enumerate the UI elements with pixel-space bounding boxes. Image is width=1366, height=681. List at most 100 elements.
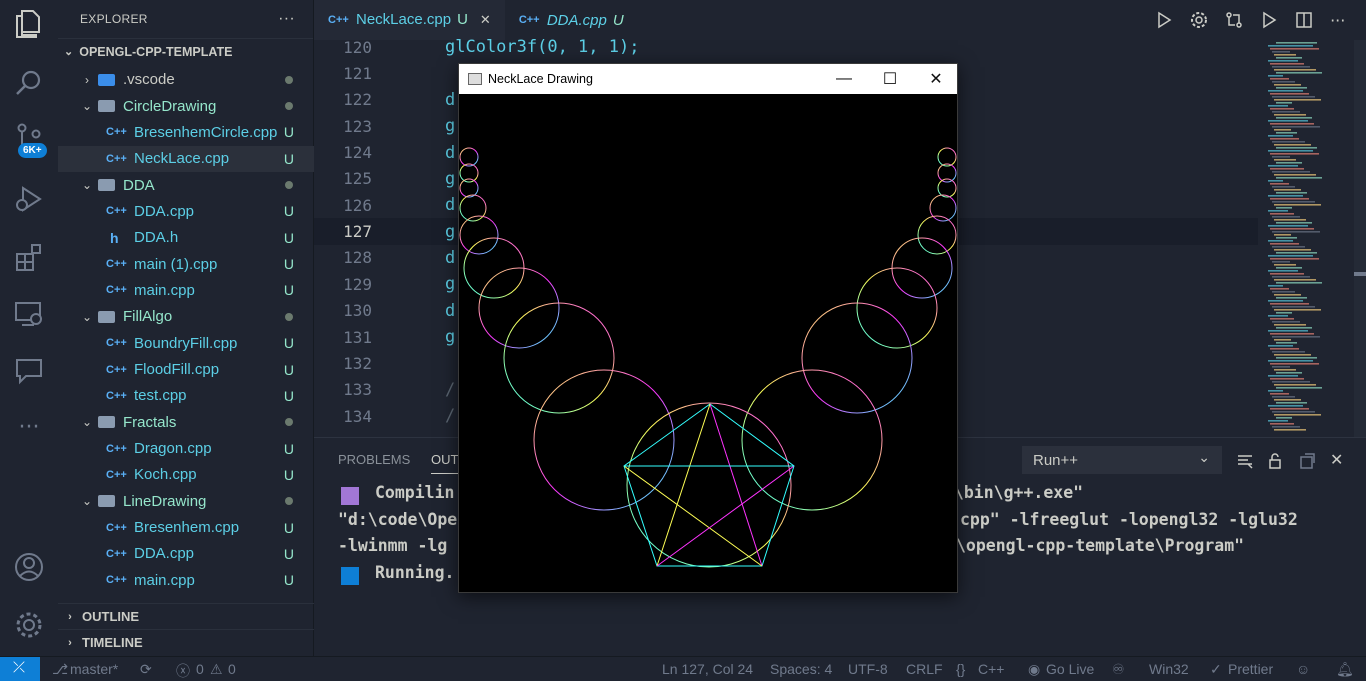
tree-item[interactable]: ⌄ CircleDrawing bbox=[58, 93, 314, 119]
outline-section[interactable]: › OUTLINE bbox=[58, 603, 314, 629]
extensions-icon[interactable] bbox=[13, 241, 45, 273]
cpp-file-icon: C++ bbox=[106, 363, 127, 376]
untracked-status: U bbox=[283, 545, 294, 562]
tree-item[interactable]: ⌄ DDA bbox=[58, 172, 314, 198]
tab-close-icon[interactable]: ✕ bbox=[480, 12, 491, 28]
cpp-file-icon: C++ bbox=[106, 547, 127, 560]
opengl-titlebar[interactable]: NeckLace Drawing — ☐ ✕ bbox=[459, 64, 957, 94]
split-editor-icon[interactable] bbox=[1295, 11, 1313, 29]
tree-item[interactable]: C++ NeckLace.cpp U bbox=[58, 145, 314, 172]
opengl-window[interactable]: NeckLace Drawing — ☐ ✕ bbox=[458, 63, 958, 593]
file-name: BoundryFill.cpp bbox=[134, 334, 238, 352]
tree-item[interactable]: › .vscode bbox=[58, 67, 314, 93]
modified-dot bbox=[285, 418, 293, 427]
file-name: DDA.cpp bbox=[134, 545, 195, 563]
tree-item[interactable]: C++ main (1).cpp U bbox=[58, 251, 314, 277]
settings-gear-icon[interactable] bbox=[1190, 11, 1208, 29]
cpp-file-icon: C++ bbox=[106, 284, 127, 297]
indentation[interactable]: Spaces: 4 bbox=[770, 661, 832, 677]
minimize-button[interactable]: — bbox=[821, 64, 867, 94]
untracked-status: U bbox=[283, 282, 294, 299]
feedback-icon[interactable]: ☺ bbox=[1296, 661, 1310, 677]
tab-problems[interactable]: PROBLEMS bbox=[338, 452, 410, 467]
code-text: glColor3f(0, 1, 1); bbox=[445, 37, 640, 58]
error-count[interactable]: 0 bbox=[196, 661, 204, 677]
output-line: -lwinmm -lg bbox=[338, 536, 448, 555]
tree-item[interactable]: h DDA.h U bbox=[58, 225, 314, 251]
file-name: main.cpp bbox=[134, 281, 195, 299]
line-number: 121 bbox=[343, 64, 372, 84]
copilot-icon[interactable]: ♾ bbox=[1112, 661, 1125, 678]
running-marker-icon bbox=[341, 566, 359, 585]
project-folder[interactable]: ⌄ OPENGL-CPP-TEMPLATE bbox=[58, 38, 313, 64]
sync-icon[interactable]: ⟳ bbox=[140, 661, 152, 678]
tree-item[interactable]: C++ Koch.cpp U bbox=[58, 462, 314, 488]
tree-item[interactable]: ⌄ LineDrawing bbox=[58, 488, 314, 514]
output-line: Running. bbox=[375, 562, 455, 582]
output-channel-select[interactable]: Run++ ⌄ bbox=[1022, 446, 1222, 474]
tab-output[interactable]: OUT bbox=[431, 452, 459, 474]
maximize-button[interactable]: ☐ bbox=[867, 64, 913, 94]
explorer-more-button[interactable]: ··· bbox=[278, 10, 295, 28]
notifications-icon[interactable]: 🔔︎ bbox=[1336, 661, 1354, 678]
untracked-status: U bbox=[283, 203, 294, 220]
open-editor-icon[interactable] bbox=[1298, 452, 1316, 470]
explorer-icon[interactable] bbox=[13, 8, 45, 40]
language-mode[interactable]: C++ bbox=[978, 661, 1004, 677]
line-number: 123 bbox=[343, 116, 372, 136]
run-debug-icon[interactable] bbox=[13, 183, 45, 215]
folder-icon bbox=[98, 495, 115, 508]
more-icon[interactable]: ··· bbox=[13, 412, 45, 444]
remote-indicator[interactable]: ⤫ bbox=[0, 657, 40, 681]
run-icon[interactable] bbox=[1155, 11, 1173, 29]
folder-name: FillAlgo bbox=[123, 308, 173, 326]
file-name: main (1).cpp bbox=[134, 255, 218, 273]
line-endings[interactable]: CRLF bbox=[906, 661, 943, 677]
settings-icon[interactable] bbox=[13, 609, 45, 641]
tree-item[interactable]: C++ Bresenhem.cpp U bbox=[58, 514, 314, 540]
line-number: 120 bbox=[343, 37, 372, 57]
cpp-file-icon: C++ bbox=[106, 258, 127, 271]
braces-icon: {} bbox=[956, 661, 966, 677]
tree-item[interactable]: C++ FloodFill.cpp U bbox=[58, 356, 314, 382]
prettier-button[interactable]: Prettier bbox=[1228, 661, 1273, 677]
lock-icon[interactable] bbox=[1266, 452, 1284, 470]
account-icon[interactable] bbox=[13, 551, 45, 583]
timeline-section[interactable]: › TIMELINE bbox=[58, 629, 314, 655]
tree-item[interactable]: C++ main.cpp U bbox=[58, 277, 314, 303]
code-line[interactable]: 120 glColor3f(0, 1, 1); bbox=[314, 34, 1258, 60]
warning-count[interactable]: 0 bbox=[228, 661, 236, 677]
untracked-status: U bbox=[283, 466, 294, 483]
go-live-button[interactable]: Go Live bbox=[1046, 661, 1094, 677]
tree-item[interactable]: C++ test.cpp U bbox=[58, 383, 314, 409]
close-panel-icon[interactable]: ✕ bbox=[1330, 450, 1343, 469]
outline-label: OUTLINE bbox=[82, 609, 140, 624]
folder-icon bbox=[98, 416, 115, 429]
search-icon[interactable] bbox=[13, 67, 45, 99]
cursor-position[interactable]: Ln 127, Col 24 bbox=[662, 661, 753, 677]
tree-item[interactable]: C++ Dragon.cpp U bbox=[58, 435, 314, 461]
minimap[interactable] bbox=[1258, 40, 1366, 437]
branch-name[interactable]: master* bbox=[70, 661, 118, 677]
tree-item[interactable]: ⌄ Fractals bbox=[58, 409, 314, 435]
tree-item[interactable]: C++ main.cpp U bbox=[58, 567, 314, 593]
platform[interactable]: Win32 bbox=[1149, 661, 1189, 677]
tree-item[interactable]: C++ DDA.cpp U bbox=[58, 198, 314, 224]
compare-changes-icon[interactable] bbox=[1225, 11, 1243, 29]
tree-item[interactable]: C++ BresenhemCircle.cpp U bbox=[58, 119, 314, 145]
tree-item[interactable]: ⌄ FillAlgo bbox=[58, 304, 314, 330]
comments-icon[interactable] bbox=[13, 355, 45, 387]
tab-label: DDA.cpp bbox=[546, 11, 607, 29]
close-window-button[interactable]: ✕ bbox=[913, 64, 959, 94]
editor-more-icon[interactable]: ··· bbox=[1330, 11, 1345, 30]
encoding[interactable]: UTF-8 bbox=[848, 661, 888, 677]
tree-item[interactable]: C++ BoundryFill.cpp U bbox=[58, 330, 314, 356]
filter-lines-icon[interactable] bbox=[1236, 452, 1254, 470]
run-code-icon[interactable] bbox=[1260, 11, 1278, 29]
line-number: 126 bbox=[343, 195, 372, 215]
chevron-down-icon: ⌄ bbox=[81, 309, 93, 324]
necklace-canvas bbox=[459, 147, 957, 568]
remote-explorer-icon[interactable] bbox=[13, 298, 45, 330]
tree-item[interactable]: C++ DDA.cpp U bbox=[58, 541, 314, 567]
bead-circle bbox=[937, 147, 957, 167]
